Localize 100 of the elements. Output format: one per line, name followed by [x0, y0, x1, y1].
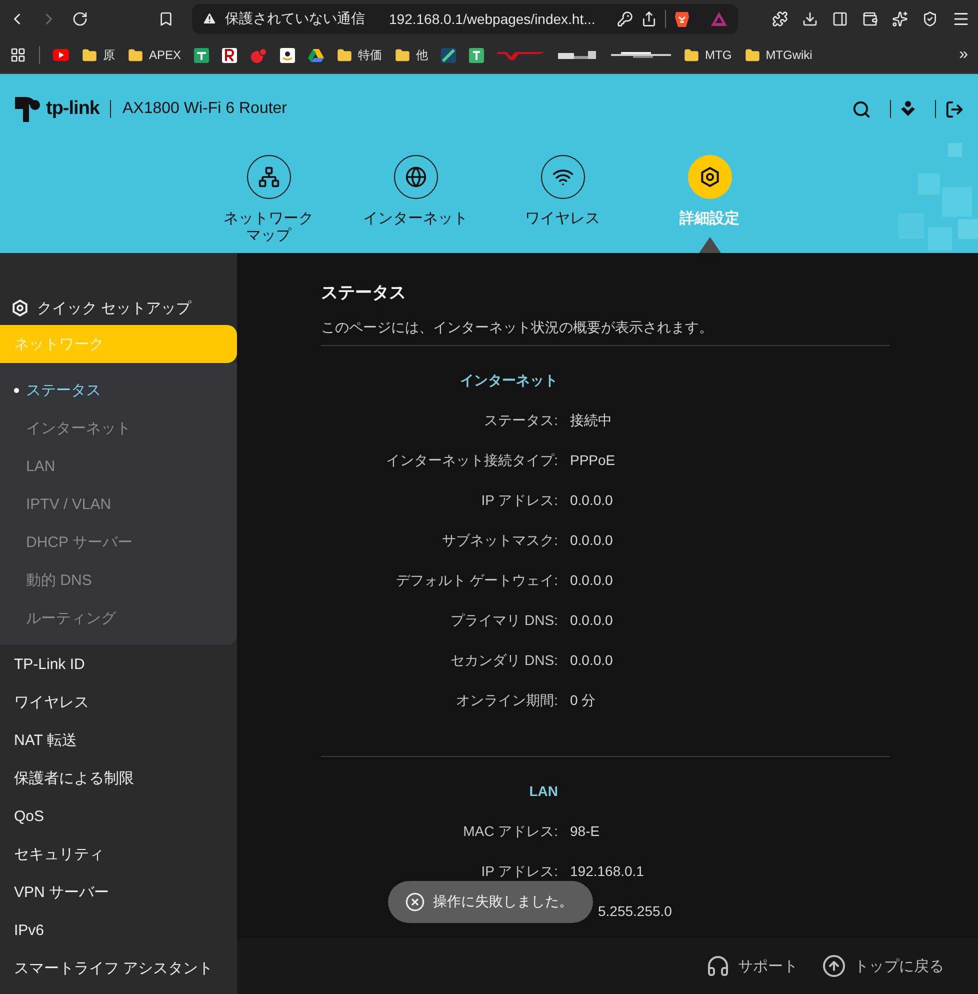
- sidebar-item[interactable]: VPN サーバー: [0, 873, 237, 911]
- gear-icon: [698, 166, 720, 188]
- folder-icon: [337, 48, 352, 62]
- page-title: ステータス: [321, 282, 407, 304]
- triangle-logo-icon[interactable]: [308, 48, 324, 62]
- field-value: 0.0.0.0: [570, 612, 614, 628]
- smile-tile-icon[interactable]: [280, 48, 296, 62]
- extensions-button[interactable]: [772, 10, 788, 26]
- submenu-item[interactable]: DHCP サーバー: [0, 523, 237, 561]
- field-label: IP アドレス:: [481, 492, 558, 510]
- video-play-icon[interactable]: [53, 49, 69, 61]
- submenu-item[interactable]: 動的 DNS: [0, 561, 237, 599]
- field-value: PPPoE: [570, 452, 616, 468]
- bookmark-folder[interactable]: 特価: [337, 46, 382, 64]
- bookmark-folder[interactable]: APEX: [128, 48, 182, 62]
- field-value: 0.0.0.0: [570, 492, 614, 508]
- selection-pointer: [698, 237, 720, 253]
- sidebar-item[interactable]: スマートライフ アシスタント: [0, 949, 237, 987]
- nav-tab[interactable]: ネットワーク マップ: [195, 144, 342, 253]
- field-value: 0.0.0.0: [570, 532, 614, 548]
- submenu-item[interactable]: ルーティング: [0, 599, 237, 637]
- sparkle-button[interactable]: [892, 10, 908, 26]
- shield-button[interactable]: [922, 10, 938, 26]
- sidebar-item[interactable]: NAT 転送: [0, 721, 237, 759]
- app-blob-icon[interactable]: [250, 48, 268, 62]
- nav-tab[interactable]: ワイヤレス: [489, 144, 636, 253]
- download-person-button[interactable]: [900, 100, 916, 118]
- search-button[interactable]: [852, 100, 871, 118]
- field-label: デフォルト ゲートウェイ:: [396, 572, 558, 590]
- footer-link[interactable]: サポート: [706, 954, 798, 978]
- sidebar-item[interactable]: セキュリティ: [0, 835, 237, 873]
- error-icon: [405, 892, 425, 912]
- field-label: ステータス:: [484, 412, 558, 430]
- sidebar-button[interactable]: [832, 10, 848, 26]
- folder-icon: [684, 48, 700, 62]
- submenu-item[interactable]: IPTV / VLAN: [0, 485, 237, 523]
- sidebar-item[interactable]: ワイヤレス: [0, 683, 237, 721]
- nav-tab[interactable]: インターネット: [342, 144, 489, 253]
- swoosh-logo-icon[interactable]: [497, 50, 546, 60]
- blurred-icon[interactable]: [558, 49, 598, 61]
- field-label: オンライン期間:: [456, 692, 558, 710]
- headset-icon: [706, 954, 730, 978]
- share-icon[interactable]: [641, 10, 657, 26]
- sidebar-item[interactable]: TP-Link ID: [0, 645, 237, 683]
- section-heading: LAN: [529, 783, 558, 799]
- sidebar-item[interactable]: 保護者による制限: [0, 759, 237, 797]
- field-value: 0.0.0.0: [570, 572, 614, 588]
- blurred-icon[interactable]: [611, 50, 672, 60]
- reload-button[interactable]: [72, 10, 88, 26]
- r-tile-icon[interactable]: [222, 48, 238, 62]
- gear-icon: [11, 299, 29, 317]
- slash-tile-icon[interactable]: [441, 48, 456, 62]
- folder-icon: [744, 48, 760, 62]
- field-value: 0.0.0.0: [570, 652, 614, 668]
- page-description: このページには、インターネット状況の概要が表示されます。: [321, 319, 890, 346]
- globe-icon: [404, 166, 426, 188]
- sidebar-item[interactable]: クイック セットアップ: [0, 291, 237, 325]
- field-value: 接続中: [570, 412, 613, 430]
- toast-message: 操作に失敗しました。: [433, 893, 573, 911]
- folder-icon: [82, 48, 97, 62]
- folder-icon: [395, 48, 410, 62]
- folder-icon: [128, 48, 143, 62]
- field-label: プライマリ DNS:: [450, 612, 558, 630]
- bookmark-folder[interactable]: MTG: [684, 48, 732, 62]
- field-label: インターネット接続タイプ:: [386, 452, 558, 470]
- network-icon: [258, 166, 280, 188]
- footer-link[interactable]: トップに戻る: [822, 954, 944, 978]
- quick-setup-label: クイック セットアップ: [37, 298, 192, 318]
- field-value: 0 分: [570, 692, 597, 710]
- field-label: サブネットマスク:: [442, 532, 558, 550]
- submenu-item[interactable]: LAN: [0, 447, 237, 485]
- sidebar-item[interactable]: QoS: [0, 797, 237, 835]
- download-button[interactable]: [802, 10, 818, 26]
- bookmark-folder[interactable]: 他: [395, 46, 428, 64]
- field-value: 98-E: [570, 823, 601, 839]
- tp-logo-icon: [14, 94, 42, 124]
- t-tile-icon[interactable]: [469, 48, 484, 62]
- warning-icon: [202, 11, 217, 26]
- sidebar-item[interactable]: IPv6: [0, 911, 237, 949]
- field-value: 5.255.255.0: [598, 903, 673, 919]
- brand-name: tp-link: [46, 98, 100, 120]
- bookmark-folder[interactable]: MTGwiki: [744, 48, 812, 62]
- submenu-item[interactable]: インターネット: [0, 409, 237, 447]
- router-model: AX1800 Wi-Fi 6 Router: [122, 100, 288, 118]
- more-bookmarks-button[interactable]: »: [959, 46, 968, 64]
- submenu-item[interactable]: ステータス: [0, 371, 237, 409]
- address-bar[interactable]: 保護されていない通信 192.168.0.1/webpages/index.ht...: [192, 4, 738, 34]
- section-heading: インターネット: [460, 372, 558, 390]
- field-label: IP アドレス:: [481, 863, 558, 881]
- logout-button[interactable]: [945, 100, 964, 118]
- security-label: 保護されていない通信: [225, 10, 365, 28]
- field-value: 192.168.0.1: [570, 863, 645, 879]
- field-label: セカンダリ DNS:: [450, 652, 558, 670]
- key-icon[interactable]: [617, 10, 633, 26]
- url-text: 192.168.0.1/webpages/index.ht...: [389, 10, 596, 26]
- apps-button[interactable]: [10, 47, 26, 63]
- wallet-button[interactable]: [862, 10, 878, 26]
- field-label: MAC アドレス:: [463, 823, 558, 841]
- bookmark-folder[interactable]: 原: [82, 46, 115, 64]
- bookmark-button[interactable]: [158, 10, 174, 26]
